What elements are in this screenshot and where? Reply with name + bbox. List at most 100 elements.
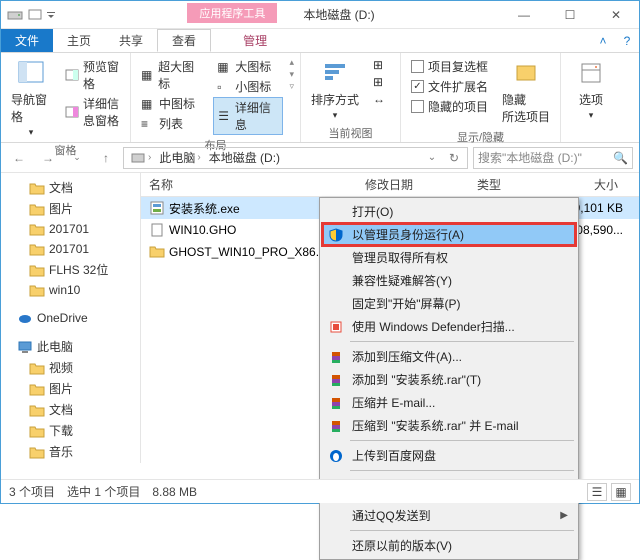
column-headers[interactable]: 名称 修改日期 类型 大小 (141, 173, 639, 197)
group-label-show: 显示/隐藏 (407, 127, 554, 147)
tree-item[interactable]: 此电脑 (1, 336, 140, 357)
rar-icon (328, 372, 344, 388)
back-button[interactable]: ← (7, 146, 31, 170)
history-button[interactable]: ⌄ (65, 146, 89, 170)
nav-tree[interactable]: 文档图片201701201701FLHS 32位win10OneDrive此电脑… (1, 173, 141, 463)
close-button[interactable]: ✕ (593, 1, 639, 29)
baidu-icon (328, 448, 344, 464)
view-details-icon[interactable]: ☰ (587, 483, 607, 501)
layout-l[interactable]: ▦大图标 (213, 57, 283, 76)
layout-m[interactable]: ▦中图标 (137, 94, 207, 113)
qat-item[interactable] (27, 7, 43, 23)
pc-icon (17, 339, 33, 355)
chk-file-ext[interactable]: ✓文件扩展名 (407, 77, 492, 96)
forward-button[interactable]: → (36, 146, 60, 170)
tree-item[interactable]: 图片 (1, 378, 140, 399)
layout-xl[interactable]: ▦超大图标 (137, 57, 207, 93)
search-input[interactable]: 搜索"本地磁盘 (D:)" 🔍 (473, 147, 633, 169)
autofit-button[interactable]: ↔ (369, 91, 389, 107)
tree-item[interactable]: 文档 (1, 177, 140, 198)
context-item[interactable]: 通过QQ发送到▶ (322, 504, 576, 527)
rar-icon (328, 349, 344, 365)
tree-item[interactable]: 文档 (1, 399, 140, 420)
layout-s[interactable]: ▫小图标 (213, 77, 283, 96)
view-thumbs-icon[interactable]: ▦ (611, 483, 631, 501)
help-button[interactable]: ? (615, 29, 639, 52)
group-label-view: 当前视图 (307, 123, 394, 143)
tab-view[interactable]: 查看 (157, 29, 211, 52)
folder-icon (29, 241, 45, 257)
tab-home[interactable]: 主页 (53, 29, 105, 52)
defender-icon (328, 319, 344, 335)
context-item[interactable]: 还原以前的版本(V) (322, 534, 576, 557)
rar-icon (328, 418, 344, 434)
folder-icon (29, 381, 45, 397)
minimize-button[interactable]: — (501, 1, 547, 29)
group-by-button[interactable]: ⊞ (369, 57, 389, 73)
preview-pane-button[interactable]: 预览窗格 (61, 57, 124, 93)
folder-icon (29, 201, 45, 217)
tab-share[interactable]: 共享 (105, 29, 157, 52)
folder-icon (29, 221, 45, 237)
add-col-button[interactable]: ⊞ (369, 74, 389, 90)
folder-icon (29, 360, 45, 376)
status-size: 8.88 MB (152, 485, 197, 499)
hide-selected-button[interactable]: 隐藏 所选项目 (498, 55, 554, 127)
folder-icon (29, 262, 45, 278)
qat-dropdown[interactable] (47, 11, 55, 19)
address-dropdown[interactable]: ⌄ (421, 146, 443, 170)
folder-icon (29, 402, 45, 418)
folder-icon (29, 423, 45, 439)
sort-button[interactable]: 排序方式▾ (307, 55, 363, 123)
context-item[interactable]: 添加到压缩文件(A)... (322, 345, 576, 368)
folder-icon (29, 180, 45, 196)
nav-pane-button[interactable]: 导航窗格▾ (7, 55, 55, 140)
tree-item[interactable]: 下载 (1, 420, 140, 441)
tree-item[interactable]: 视频 (1, 357, 140, 378)
context-item[interactable]: 固定到"开始"屏幕(P) (322, 292, 576, 315)
tree-item[interactable]: 201701 (1, 239, 140, 259)
shield-icon (328, 227, 344, 243)
tree-item[interactable]: 桌面 (1, 462, 140, 463)
tree-item[interactable]: 音乐 (1, 441, 140, 462)
context-item[interactable]: 以管理员身份运行(A) (322, 223, 576, 246)
file-icon (149, 222, 165, 238)
detail-pane-button[interactable]: 详细信息窗格 (61, 94, 124, 130)
breadcrumb[interactable]: › 此电脑› 本地磁盘 (D:) ⌄ ↻ (123, 147, 468, 169)
up-button[interactable]: ↑ (94, 146, 118, 170)
context-item[interactable]: 使用 Windows Defender扫描... (322, 315, 576, 338)
tree-item[interactable]: 201701 (1, 219, 140, 239)
tree-item[interactable]: OneDrive (1, 308, 140, 328)
chk-hidden-items[interactable]: 隐藏的项目 (407, 97, 492, 116)
layout-detail[interactable]: ☰详细信息 (213, 97, 283, 135)
tab-manage[interactable]: 管理 (229, 29, 281, 52)
context-menu: 打开(O)以管理员身份运行(A)管理员取得所有权兼容性疑难解答(Y)固定到"开始… (319, 197, 579, 560)
search-placeholder: 搜索"本地磁盘 (D:)" (478, 149, 582, 166)
folder-icon (29, 282, 45, 298)
context-item[interactable]: 兼容性疑难解答(Y) (322, 269, 576, 292)
collapse-ribbon[interactable]: ˄ (591, 29, 615, 52)
context-item[interactable]: 管理员取得所有权 (322, 246, 576, 269)
tab-file[interactable]: 文件 (1, 29, 53, 52)
options-button[interactable]: 选项▾ (567, 55, 615, 123)
file-icon (149, 200, 165, 216)
context-item[interactable]: 打开(O) (322, 200, 576, 223)
tree-item[interactable]: FLHS 32位 (1, 259, 140, 280)
tree-item[interactable]: win10 (1, 280, 140, 300)
context-item[interactable]: 添加到 "安装系统.rar"(T) (322, 368, 576, 391)
tree-item[interactable]: 图片 (1, 198, 140, 219)
chk-item-checkboxes[interactable]: 项目复选框 (407, 57, 492, 76)
tab-strip: 文件 主页 共享 查看 管理 ˄ ? (1, 29, 639, 53)
drive-icon (7, 7, 23, 23)
context-item[interactable]: 压缩并 E-mail... (322, 391, 576, 414)
context-item[interactable]: 上传到百度网盘 (322, 444, 576, 467)
titlebar: 应用程序工具 本地磁盘 (D:) — ☐ ✕ (1, 1, 639, 29)
ribbon: 导航窗格▾ 预览窗格 详细信息窗格 窗格 ▦超大图标 ▦中图标 ≡列表 ▦大图标… (1, 53, 639, 143)
layout-list[interactable]: ≡列表 (137, 114, 207, 133)
window-title: 本地磁盘 (D:) (303, 6, 374, 23)
col-date: 修改日期 (357, 176, 469, 193)
maximize-button[interactable]: ☐ (547, 1, 593, 29)
refresh-button[interactable]: ↻ (443, 146, 465, 170)
col-size: 大小 (549, 176, 639, 193)
context-item[interactable]: 压缩到 "安装系统.rar" 并 E-mail (322, 414, 576, 437)
